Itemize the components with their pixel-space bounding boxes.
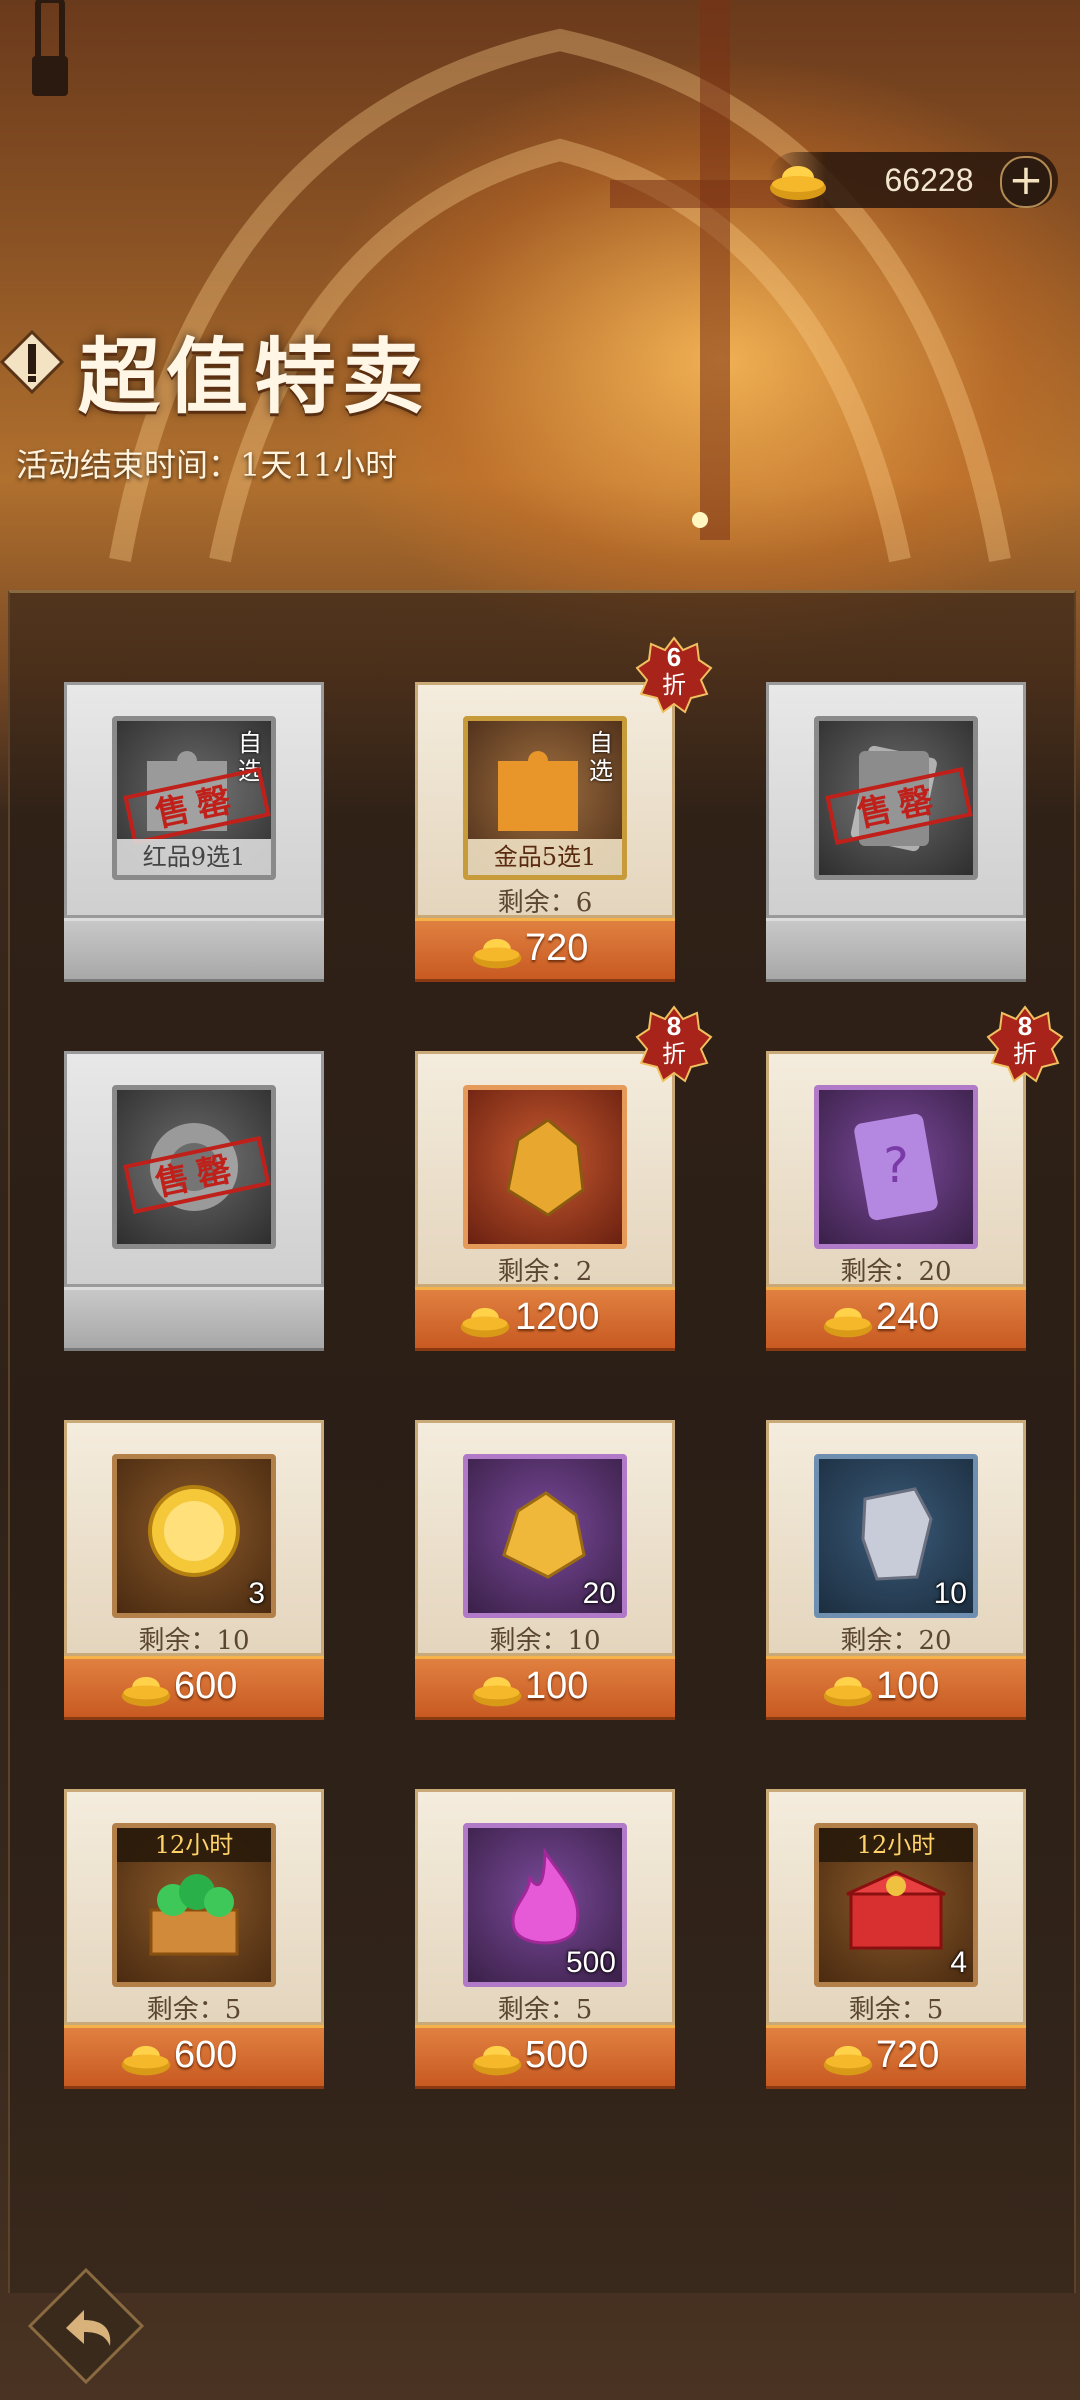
- item-price: 240: [876, 1296, 940, 1338]
- item-price: 500: [525, 2034, 589, 2076]
- discount-badge: 8 折: [986, 1005, 1064, 1083]
- item-quantity: 3: [248, 1577, 265, 1610]
- price-button[interactable]: 100: [766, 1656, 1026, 1720]
- gold-ingot-icon: [472, 1676, 522, 1707]
- shop-item-10[interactable]: 12小时 剩余：5 600: [64, 1789, 324, 2089]
- item-quantity: 4: [950, 1946, 967, 1979]
- discount-unit: 折: [1013, 1040, 1037, 1068]
- price-button[interactable]: 1200: [415, 1287, 675, 1351]
- item-frame: 自选 金品5选1: [463, 716, 627, 880]
- item-frame: 12小时: [112, 1823, 276, 1987]
- item-frame: 10: [814, 1454, 978, 1618]
- lock-icon[interactable]: [30, 0, 70, 110]
- back-button[interactable]: [26, 2266, 146, 2386]
- item-quantity: 500: [565, 1946, 616, 1979]
- item-frame: 3: [112, 1454, 276, 1618]
- shop-item-5[interactable]: 剩余：2 1200 8 折: [415, 1005, 713, 1351]
- discount-value: 6: [666, 642, 682, 672]
- remaining-count: 剩余：5: [848, 1995, 944, 2025]
- item-frame: 500: [463, 1823, 627, 1987]
- remaining-count: 剩余：5: [146, 1995, 242, 2025]
- gold-ingot-icon: [121, 2045, 171, 2076]
- mystery-card-icon: ?: [854, 1113, 938, 1221]
- item-frame: 20: [463, 1454, 627, 1618]
- item-price: 100: [525, 1665, 589, 1707]
- shop-item-9[interactable]: 10 剩余：20 100: [766, 1420, 1026, 1720]
- currency-display: 66228 +: [768, 152, 1058, 208]
- price-button[interactable]: 720: [766, 2025, 1026, 2089]
- currency-amount: 66228: [884, 162, 974, 198]
- discount-badge: 6 折: [635, 636, 713, 714]
- price-button[interactable]: 500: [415, 2025, 675, 2089]
- price-button[interactable]: 720: [415, 918, 675, 982]
- item-price: 100: [876, 1665, 940, 1707]
- event-end-time: 活动结束时间：1天11小时: [16, 446, 398, 484]
- remaining-count: 剩余：6: [497, 888, 593, 918]
- limited-time-label: 12小时: [819, 1828, 973, 1862]
- price-bar: [64, 1287, 324, 1351]
- gold-ingot-icon: [770, 166, 826, 200]
- shop-item-7[interactable]: 3 剩余：10 600: [64, 1420, 324, 1720]
- remaining-count: 剩余：20: [840, 1257, 952, 1287]
- price-button[interactable]: 100: [415, 1656, 675, 1720]
- item-price: 720: [876, 2034, 940, 2076]
- shop-item-2[interactable]: 自选 金品5选1 剩余：6 720 6 折: [415, 636, 713, 982]
- gold-ingot-icon: [823, 2045, 873, 2076]
- item-frame: 售罄: [112, 1085, 276, 1249]
- shop-item-12[interactable]: 12小时 4 剩余：5 720: [766, 1789, 1026, 2089]
- shop-item-11[interactable]: 500 剩余：5 500: [415, 1789, 675, 2089]
- remaining-count: 剩余：10: [138, 1626, 250, 1656]
- shop-item-3[interactable]: 售罄: [766, 682, 1026, 982]
- shop-item-8[interactable]: 20 剩余：10 100: [415, 1420, 675, 1720]
- price-button[interactable]: 600: [64, 1656, 324, 1720]
- item-caption: 红品9选1: [117, 839, 271, 875]
- discount-unit: 折: [662, 671, 686, 699]
- svg-text:?: ?: [883, 1138, 908, 1194]
- item-frame: ?: [814, 1085, 978, 1249]
- price-button[interactable]: 600: [64, 2025, 324, 2089]
- gold-ingot-icon: [472, 938, 522, 969]
- item-price: 600: [174, 2034, 238, 2076]
- discount-value: 8: [666, 1011, 682, 1041]
- item-quantity: 20: [582, 1577, 616, 1610]
- item-price: 600: [174, 1665, 238, 1707]
- discount-value: 8: [1017, 1011, 1033, 1041]
- gold-ingot-icon: [823, 1307, 873, 1338]
- remaining-count: 剩余：20: [840, 1626, 952, 1656]
- gold-ingot-icon: [823, 1676, 873, 1707]
- item-frame: 自选 售罄 红品9选1: [112, 716, 276, 880]
- discount-unit: 折: [662, 1040, 686, 1068]
- item-frame: [463, 1085, 627, 1249]
- gold-ingot-icon: [472, 2045, 522, 2076]
- price-bar: [64, 918, 324, 982]
- gold-ingot-icon: [121, 1676, 171, 1707]
- item-price: 720: [525, 927, 589, 969]
- item-price: 1200: [515, 1296, 600, 1338]
- discount-badge: 8 折: [635, 1005, 713, 1083]
- diamond-marker-icon: [0, 330, 64, 394]
- item-frame: 售罄: [814, 716, 978, 880]
- price-button[interactable]: 240: [766, 1287, 1026, 1351]
- price-bar: [766, 918, 1026, 982]
- shop-item-4[interactable]: 售罄: [64, 1051, 324, 1351]
- remaining-count: 剩余：2: [497, 1257, 593, 1287]
- shop-item-6[interactable]: ? 剩余：20 240 8 折: [766, 1005, 1064, 1351]
- gold-ore-icon: [506, 1118, 585, 1217]
- item-caption: 金品5选1: [468, 839, 622, 875]
- shop-item-1[interactable]: 自选 售罄 红品9选1: [64, 682, 324, 982]
- add-currency-button[interactable]: +: [1000, 156, 1052, 208]
- limited-time-label: 12小时: [117, 1828, 271, 1862]
- page-title: 超值特卖: [78, 329, 431, 425]
- item-quantity: 10: [933, 1577, 967, 1610]
- self-pick-label: 自选: [589, 729, 613, 785]
- gold-ingot-icon: [460, 1307, 510, 1338]
- remaining-count: 剩余：5: [497, 1995, 593, 2025]
- remaining-count: 剩余：10: [489, 1626, 601, 1656]
- item-frame: 12小时 4: [814, 1823, 978, 1987]
